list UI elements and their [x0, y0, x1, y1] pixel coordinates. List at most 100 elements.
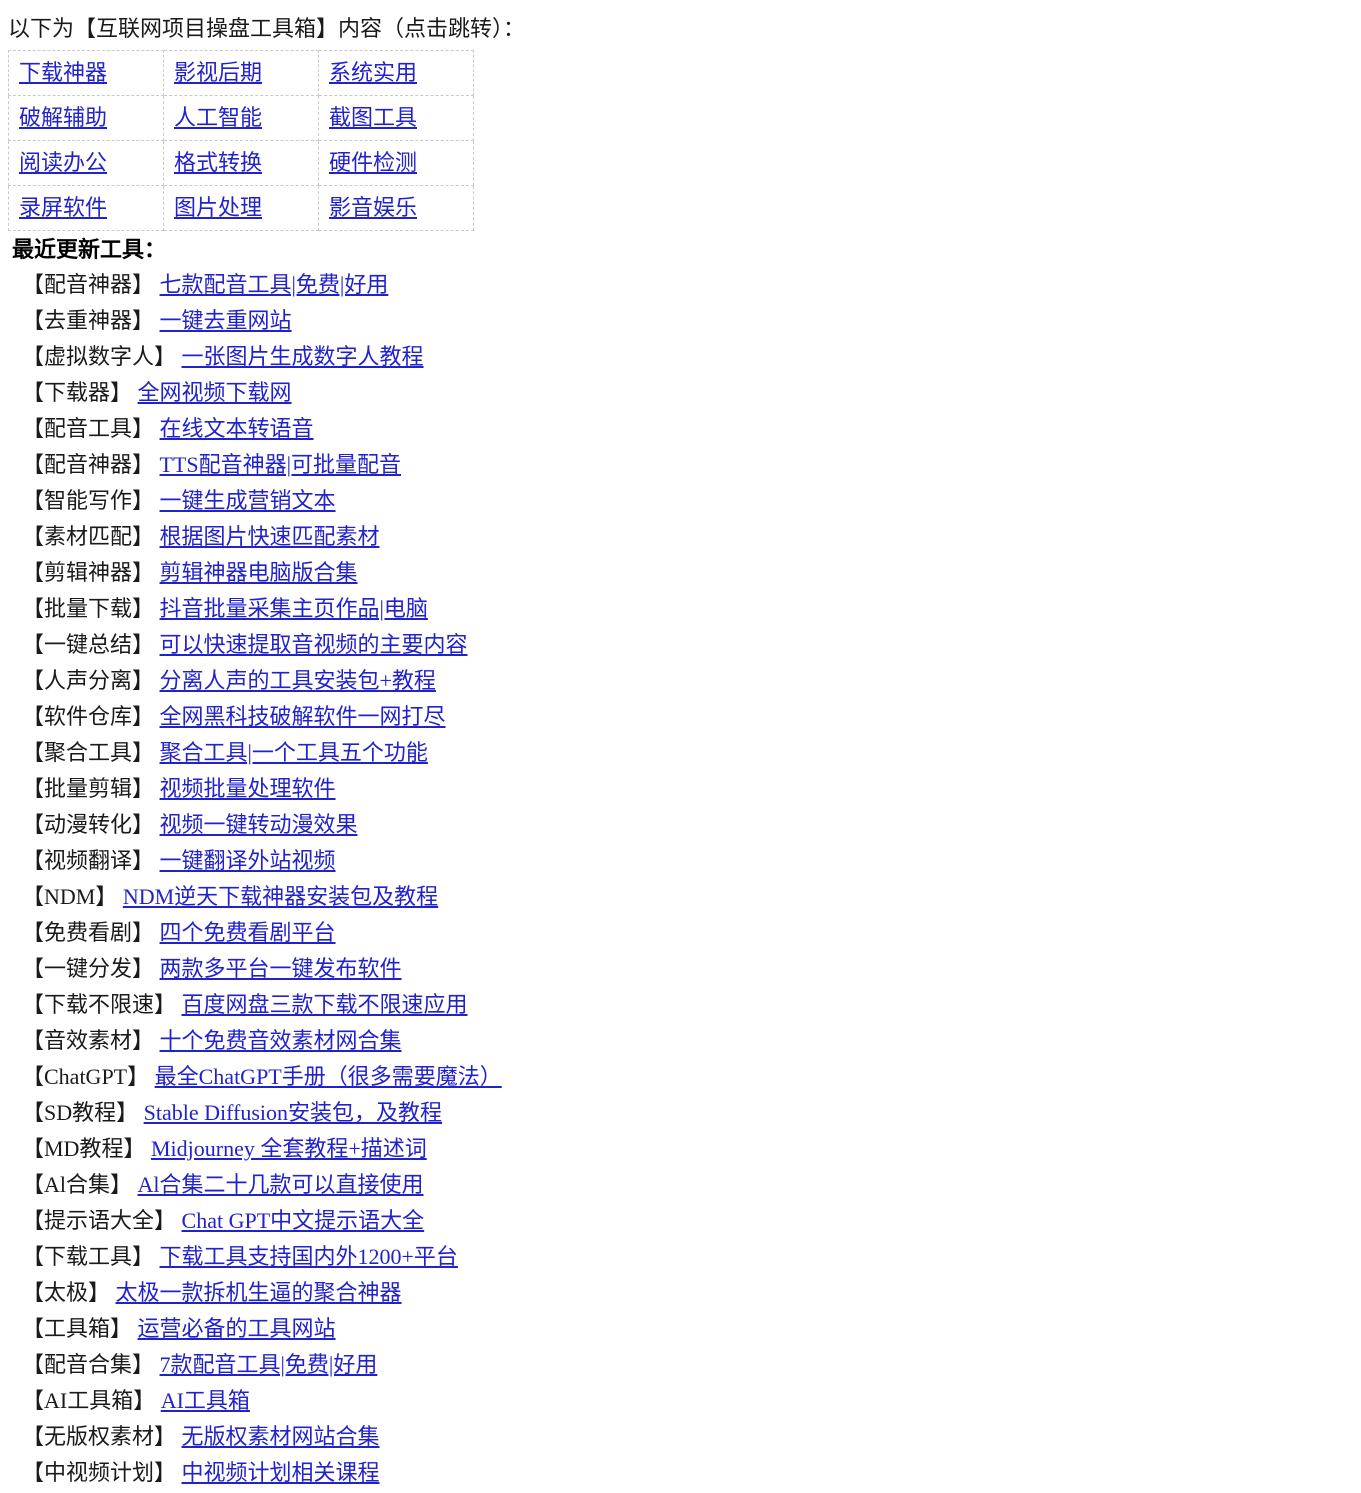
list-item: 【配音工具】 在线文本转语音: [8, 411, 1361, 447]
tool-category-tag: 【配音神器】: [22, 272, 155, 297]
nav-cell[interactable]: 影音娱乐: [318, 185, 474, 231]
nav-cell[interactable]: 破解辅助: [8, 95, 164, 141]
tool-link[interactable]: 一键生成营销文本: [160, 488, 336, 513]
tool-link[interactable]: 视频批量处理软件: [160, 776, 336, 801]
tool-link[interactable]: 十个免费音效素材网合集: [160, 1028, 402, 1053]
nav-link-crack-helper[interactable]: 破解辅助: [19, 105, 107, 130]
tool-category-tag: 【动漫转化】: [22, 812, 155, 837]
nav-link-reading-office[interactable]: 阅读办公: [19, 150, 107, 175]
tool-category-tag: 【SD教程】: [22, 1100, 139, 1125]
nav-cell[interactable]: 截图工具: [318, 95, 474, 141]
nav-cell[interactable]: 下载神器: [8, 50, 164, 96]
list-item: 【一键总结】 可以快速提取音视频的主要内容: [8, 627, 1361, 663]
tool-link[interactable]: AI工具箱: [161, 1388, 250, 1413]
tool-category-tag: 【免费看剧】: [22, 920, 155, 945]
tool-category-tag: 【去重神器】: [22, 308, 155, 333]
nav-link-artificial-intelligence[interactable]: 人工智能: [174, 105, 262, 130]
tool-link[interactable]: 视频一键转动漫效果: [160, 812, 358, 837]
nav-link-image-processing[interactable]: 图片处理: [174, 195, 262, 220]
tool-category-tag: 【Al合集】: [22, 1172, 133, 1197]
tool-link[interactable]: 剪辑神器电脑版合集: [160, 560, 358, 585]
nav-link-media-entertainment[interactable]: 影音娱乐: [329, 195, 417, 220]
tool-category-tag: 【素材匹配】: [22, 524, 155, 549]
nav-cell[interactable]: 系统实用: [318, 50, 474, 96]
list-item: 【MD教程】 Midjourney 全套教程+描述词: [8, 1131, 1361, 1167]
tool-link[interactable]: 两款多平台一键发布软件: [160, 956, 402, 981]
list-item: 【下载工具】 下载工具支持国内外1200+平台: [8, 1239, 1361, 1275]
tool-category-tag: 【太极】: [22, 1280, 111, 1305]
tool-link[interactable]: 百度网盘三款下载不限速应用: [182, 992, 468, 1017]
list-item: 【剪辑神器】 剪辑神器电脑版合集: [8, 555, 1361, 591]
tool-category-tag: 【视频翻译】: [22, 848, 155, 873]
tool-category-tag: 【中视频计划】: [22, 1460, 177, 1485]
list-item: 【一键分发】 两款多平台一键发布软件: [8, 951, 1361, 987]
nav-cell[interactable]: 阅读办公: [8, 140, 164, 186]
list-item: 【去重神器】 一键去重网站: [8, 303, 1361, 339]
tool-link[interactable]: 全网视频下载网: [138, 380, 292, 405]
tool-link[interactable]: 聚合工具|一个工具五个功能: [160, 740, 428, 765]
nav-link-download-tools[interactable]: 下载神器: [19, 60, 107, 85]
nav-link-format-conversion[interactable]: 格式转换: [174, 150, 262, 175]
list-item: 【AI工具箱】 AI工具箱: [8, 1383, 1361, 1419]
list-item: 【配音合集】 7款配音工具|免费|好用: [8, 1347, 1361, 1383]
tool-category-tag: 【聚合工具】: [22, 740, 155, 765]
tool-link[interactable]: 一张图片生成数字人教程: [182, 344, 424, 369]
table-row: 阅读办公 格式转换 硬件检测: [8, 140, 474, 186]
tool-link[interactable]: Midjourney 全套教程+描述词: [151, 1136, 427, 1161]
table-row: 下载神器 影视后期 系统实用: [8, 50, 474, 96]
nav-cell[interactable]: 影视后期: [163, 50, 319, 96]
list-item: 【配音神器】 七款配音工具|免费|好用: [8, 267, 1361, 303]
tool-link[interactable]: 抖音批量采集主页作品|电脑: [160, 596, 428, 621]
category-nav-body: 下载神器 影视后期 系统实用 破解辅助 人工智能 截图工具 阅读办公 格式转换 …: [8, 50, 474, 231]
list-item: 【软件仓库】 全网黑科技破解软件一网打尽: [8, 699, 1361, 735]
list-item: 【工具箱】 运营必备的工具网站: [8, 1311, 1361, 1347]
recent-updates-heading: 最近更新工具：: [12, 237, 167, 262]
tool-category-tag: 【ChatGPT】: [22, 1064, 150, 1089]
tool-category-tag: 【下载器】: [22, 380, 133, 405]
tool-link[interactable]: NDM逆天下载神器安装包及教程: [123, 884, 438, 909]
tool-category-tag: 【配音工具】: [22, 416, 155, 441]
tool-link[interactable]: 7款配音工具|免费|好用: [160, 1352, 378, 1377]
tool-link[interactable]: 四个免费看剧平台: [160, 920, 336, 945]
tool-category-tag: 【剪辑神器】: [22, 560, 155, 585]
tool-link[interactable]: 运营必备的工具网站: [138, 1316, 336, 1341]
nav-link-system-utility[interactable]: 系统实用: [329, 60, 417, 85]
tool-category-tag: 【音效素材】: [22, 1028, 155, 1053]
tool-link[interactable]: 最全ChatGPT手册（很多需要魔法）: [155, 1064, 502, 1089]
list-item: 【SD教程】 Stable Diffusion安装包，及教程: [8, 1095, 1361, 1131]
nav-cell[interactable]: 格式转换: [163, 140, 319, 186]
tool-link[interactable]: 太极一款拆机生逼的聚合神器: [116, 1280, 402, 1305]
list-item: 【动漫转化】 视频一键转动漫效果: [8, 807, 1361, 843]
tool-link[interactable]: Chat GPT中文提示语大全: [182, 1208, 425, 1233]
tool-category-tag: 【下载工具】: [22, 1244, 155, 1269]
list-item: 【人声分离】 分离人声的工具安装包+教程: [8, 663, 1361, 699]
tool-link[interactable]: 一键翻译外站视频: [160, 848, 336, 873]
tool-category-tag: 【批量下载】: [22, 596, 155, 621]
list-item: 【批量剪辑】 视频批量处理软件: [8, 771, 1361, 807]
tool-link[interactable]: 中视频计划相关课程: [182, 1460, 380, 1485]
tool-link[interactable]: 可以快速提取音视频的主要内容: [160, 632, 468, 657]
tool-link[interactable]: 下载工具支持国内外1200+平台: [160, 1244, 458, 1269]
nav-link-screen-recording[interactable]: 录屏软件: [19, 195, 107, 220]
tool-link[interactable]: Al合集二十几款可以直接使用: [138, 1172, 424, 1197]
nav-cell[interactable]: 图片处理: [163, 185, 319, 231]
tool-link[interactable]: 一键去重网站: [160, 308, 292, 333]
nav-cell[interactable]: 录屏软件: [8, 185, 164, 231]
tool-link[interactable]: 无版权素材网站合集: [182, 1424, 380, 1449]
tool-category-tag: 【NDM】: [22, 884, 118, 909]
tool-category-tag: 【一键总结】: [22, 632, 155, 657]
nav-link-screenshot-tools[interactable]: 截图工具: [329, 105, 417, 130]
tool-link[interactable]: 根据图片快速匹配素材: [160, 524, 380, 549]
tool-category-tag: 【提示语大全】: [22, 1208, 177, 1233]
tool-link[interactable]: TTS配音神器|可批量配音: [160, 452, 402, 477]
tool-link[interactable]: 全网黑科技破解软件一网打尽: [160, 704, 446, 729]
tool-link[interactable]: 在线文本转语音: [160, 416, 314, 441]
list-item: 【音效素材】 十个免费音效素材网合集: [8, 1023, 1361, 1059]
nav-link-video-post[interactable]: 影视后期: [174, 60, 262, 85]
tool-link[interactable]: Stable Diffusion安装包，及教程: [144, 1100, 442, 1125]
nav-cell[interactable]: 硬件检测: [318, 140, 474, 186]
tool-link[interactable]: 七款配音工具|免费|好用: [160, 272, 389, 297]
tool-link[interactable]: 分离人声的工具安装包+教程: [160, 668, 436, 693]
nav-cell[interactable]: 人工智能: [163, 95, 319, 141]
nav-link-hardware-detection[interactable]: 硬件检测: [329, 150, 417, 175]
